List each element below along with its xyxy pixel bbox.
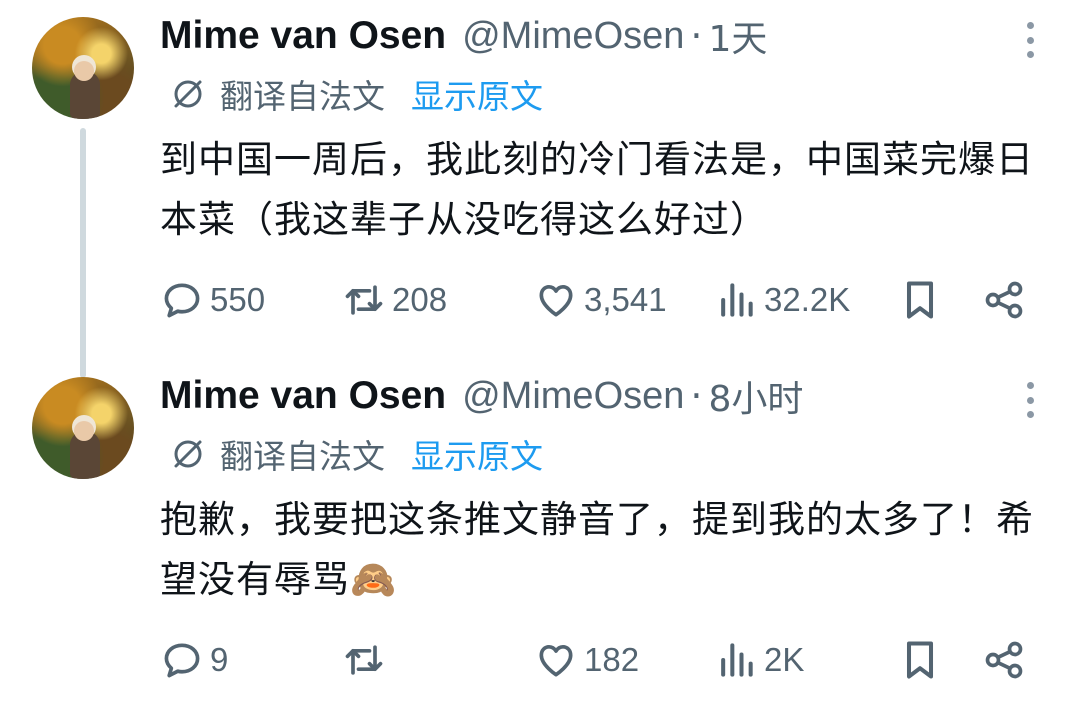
timestamp[interactable]: 8小时 <box>709 370 804 422</box>
share-button[interactable] <box>982 270 1026 330</box>
separator: · <box>690 374 703 418</box>
retweet-count: 208 <box>392 281 448 318</box>
author-name[interactable]: Mime van Osen <box>160 374 446 418</box>
bookmark-icon <box>906 281 934 319</box>
author-handle[interactable]: @MimeOsen <box>462 15 684 58</box>
heart-icon <box>539 284 573 317</box>
tweet-text: 到中国一周后，我此刻的冷门看法是，中国菜完爆日本菜（我这辈子从没吃得这么好过） <box>160 138 1034 241</box>
bookmark-button[interactable] <box>898 270 942 330</box>
translate-icon <box>174 80 202 108</box>
heart-icon <box>539 644 573 677</box>
action-bar: 9 182 2K <box>160 630 1040 690</box>
translation-row: 翻译自法文 显示原文 <box>170 432 543 476</box>
like-count: 182 <box>584 641 640 678</box>
share-button[interactable] <box>982 630 1026 690</box>
view-count: 32.2K <box>764 281 851 318</box>
action-bar: 550 208 3,541 32.2K <box>160 270 1040 330</box>
avatar[interactable] <box>32 17 134 119</box>
view-count: 2K <box>764 641 805 678</box>
more-icon[interactable] <box>1024 22 1036 58</box>
author-handle[interactable]: @MimeOsen <box>462 375 684 418</box>
views-button[interactable]: 32.2K <box>714 270 850 330</box>
like-button[interactable]: 3,541 <box>534 270 667 330</box>
reply-icon <box>164 643 200 678</box>
views-icon <box>721 283 753 317</box>
author-name[interactable]: Mime van Osen <box>160 14 446 58</box>
retweet-button[interactable]: 208 <box>342 270 447 330</box>
tweet[interactable]: Mime van Osen @MimeOsen · 8小时 翻译自法文 显示原文… <box>0 360 1080 714</box>
reply-button[interactable]: 9 <box>160 630 228 690</box>
share-icon <box>985 641 1023 679</box>
tweet-header: Mime van Osen @MimeOsen · 8小时 <box>160 370 803 422</box>
retweet-icon <box>345 285 383 315</box>
translation-row: 翻译自法文 显示原文 <box>170 72 543 116</box>
like-count: 3,541 <box>584 281 667 318</box>
more-icon[interactable] <box>1024 382 1036 418</box>
like-button[interactable]: 182 <box>534 630 639 690</box>
bookmark-button[interactable] <box>898 630 942 690</box>
tweet-thread: Mime van Osen @MimeOsen · 1天 翻译自法文 显示原文 … <box>0 0 1080 714</box>
separator: · <box>690 14 703 58</box>
views-icon <box>721 643 753 677</box>
translated-from-label: 翻译自法文 <box>220 77 385 116</box>
share-icon <box>985 281 1023 319</box>
timestamp[interactable]: 1天 <box>709 10 768 62</box>
bookmark-icon <box>906 641 934 679</box>
translate-icon <box>174 440 202 468</box>
show-original-link[interactable]: 显示原文 <box>411 70 543 118</box>
tweet[interactable]: Mime van Osen @MimeOsen · 1天 翻译自法文 显示原文 … <box>0 0 1080 360</box>
tweet-text: 抱歉，我要把这条推文静音了，提到我的太多了！希望没有辱骂🙈 <box>160 498 1034 601</box>
reply-button[interactable]: 550 <box>160 270 265 330</box>
retweet-icon <box>345 645 383 675</box>
reply-count: 9 <box>210 641 229 678</box>
reply-count: 550 <box>210 281 266 318</box>
reply-icon <box>164 283 200 318</box>
avatar[interactable] <box>32 377 134 479</box>
views-button[interactable]: 2K <box>714 630 804 690</box>
retweet-button[interactable] <box>342 630 392 690</box>
translated-from-label: 翻译自法文 <box>220 437 385 476</box>
tweet-header: Mime van Osen @MimeOsen · 1天 <box>160 10 767 62</box>
show-original-link[interactable]: 显示原文 <box>411 430 543 478</box>
